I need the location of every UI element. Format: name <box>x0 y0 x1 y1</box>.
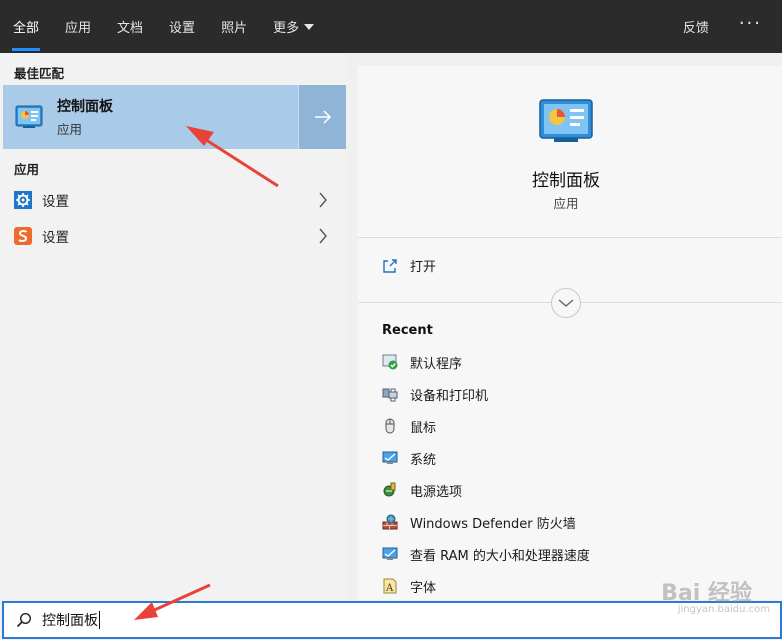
tab-more-label: 更多 <box>273 21 300 36</box>
text-cursor <box>99 611 100 629</box>
best-match-heading: 最佳匹配 <box>14 66 65 81</box>
tab-documents-label: 文档 <box>117 21 144 36</box>
system-info-icon <box>382 547 398 560</box>
printer-icon <box>382 388 398 402</box>
watermark-logo: Bai 经验 <box>661 581 752 606</box>
tab-photos-label: 照片 <box>221 21 248 36</box>
recent-item-devices-printers[interactable]: 设备和打印机 <box>382 382 488 406</box>
arrow-right-icon <box>314 110 331 124</box>
tab-photos[interactable]: 照片 <box>208 0 260 53</box>
tab-apps[interactable]: 应用 <box>52 0 104 53</box>
recent-item-power-options[interactable]: 电源选项 <box>382 478 462 502</box>
preview-pane: 控制面板 应用 打开 Recent 默认程序 设备和打印机 鼠标 系统 电源选项… <box>358 66 782 600</box>
recent-item-label: Windows Defender 防火墙 <box>410 516 576 532</box>
chevron-down-icon <box>558 299 574 307</box>
best-match-title: 控制面板 <box>57 99 113 115</box>
mouse-icon <box>385 418 395 434</box>
tab-more[interactable]: 更多 <box>260 0 327 53</box>
results-list: 最佳匹配 控制面板 应用 应用 设置 设置 <box>0 53 346 600</box>
chevron-down-icon <box>304 23 315 30</box>
feedback-button[interactable]: 反馈 <box>663 0 729 53</box>
open-action-label: 打开 <box>410 260 437 275</box>
best-match-item[interactable]: 控制面板 应用 <box>3 85 346 149</box>
more-options-button[interactable]: ··· <box>729 0 782 53</box>
svg-text:A: A <box>385 583 394 594</box>
search-input[interactable]: 控制面板 <box>42 610 98 630</box>
preview-title: 控制面板 <box>532 171 600 191</box>
recent-item-system[interactable]: 系统 <box>382 446 436 470</box>
recent-heading: Recent <box>382 323 433 338</box>
preview-subtitle: 应用 <box>553 196 579 211</box>
sogou-icon <box>14 227 32 245</box>
search-scope-tabbar: 全部 应用 文档 设置 照片 更多 反馈 ··· <box>0 0 782 53</box>
recent-item-label: 系统 <box>410 452 437 468</box>
tab-documents[interactable]: 文档 <box>104 0 156 53</box>
gear-icon <box>14 191 32 209</box>
recent-item-fonts[interactable]: A 字体 <box>382 574 436 598</box>
tab-settings-label: 设置 <box>169 21 196 36</box>
tab-all[interactable]: 全部 <box>0 0 52 53</box>
app-result-label: 设置 <box>42 194 69 210</box>
apps-heading: 应用 <box>14 162 40 177</box>
open-external-icon <box>383 258 397 273</box>
recent-item-ram-cpu[interactable]: 查看 RAM 的大小和处理器速度 <box>382 542 590 566</box>
default-programs-icon <box>382 354 398 370</box>
chevron-right-icon <box>319 192 327 208</box>
recent-item-default-programs[interactable]: 默认程序 <box>382 350 462 374</box>
font-icon: A <box>383 578 397 594</box>
tab-settings[interactable]: 设置 <box>156 0 208 53</box>
recent-item-label: 字体 <box>410 580 437 596</box>
watermark-url: jingyan.baidu.com <box>677 604 770 615</box>
best-match-subtitle: 应用 <box>57 122 83 137</box>
recent-item-mouse[interactable]: 鼠标 <box>382 414 436 438</box>
tab-all-label: 全部 <box>13 21 40 36</box>
tab-apps-label: 应用 <box>65 21 92 36</box>
app-result-settings[interactable]: 设置 <box>0 183 346 217</box>
recent-item-label: 设备和打印机 <box>410 388 489 404</box>
power-icon <box>383 482 396 497</box>
control-panel-icon <box>539 99 593 142</box>
recent-item-label: 查看 RAM 的大小和处理器速度 <box>410 548 590 564</box>
open-action[interactable]: 打开 <box>382 256 436 275</box>
best-match-open[interactable]: 控制面板 应用 <box>3 85 298 149</box>
app-result-sogou-settings[interactable]: 设置 <box>0 219 346 253</box>
recent-item-label: 鼠标 <box>410 420 437 436</box>
chevron-right-icon <box>319 228 327 244</box>
recent-item-label: 电源选项 <box>410 484 463 500</box>
recent-item-label: 默认程序 <box>410 356 463 372</box>
recent-item-firewall[interactable]: Windows Defender 防火墙 <box>382 510 576 534</box>
best-match-expand-button[interactable] <box>298 85 346 149</box>
app-result-label: 设置 <box>42 230 69 246</box>
system-icon <box>382 451 398 464</box>
expand-recent-button[interactable] <box>551 288 581 318</box>
control-panel-icon <box>15 105 43 128</box>
firewall-icon <box>382 514 398 530</box>
divider <box>358 237 782 238</box>
search-icon <box>16 612 32 628</box>
